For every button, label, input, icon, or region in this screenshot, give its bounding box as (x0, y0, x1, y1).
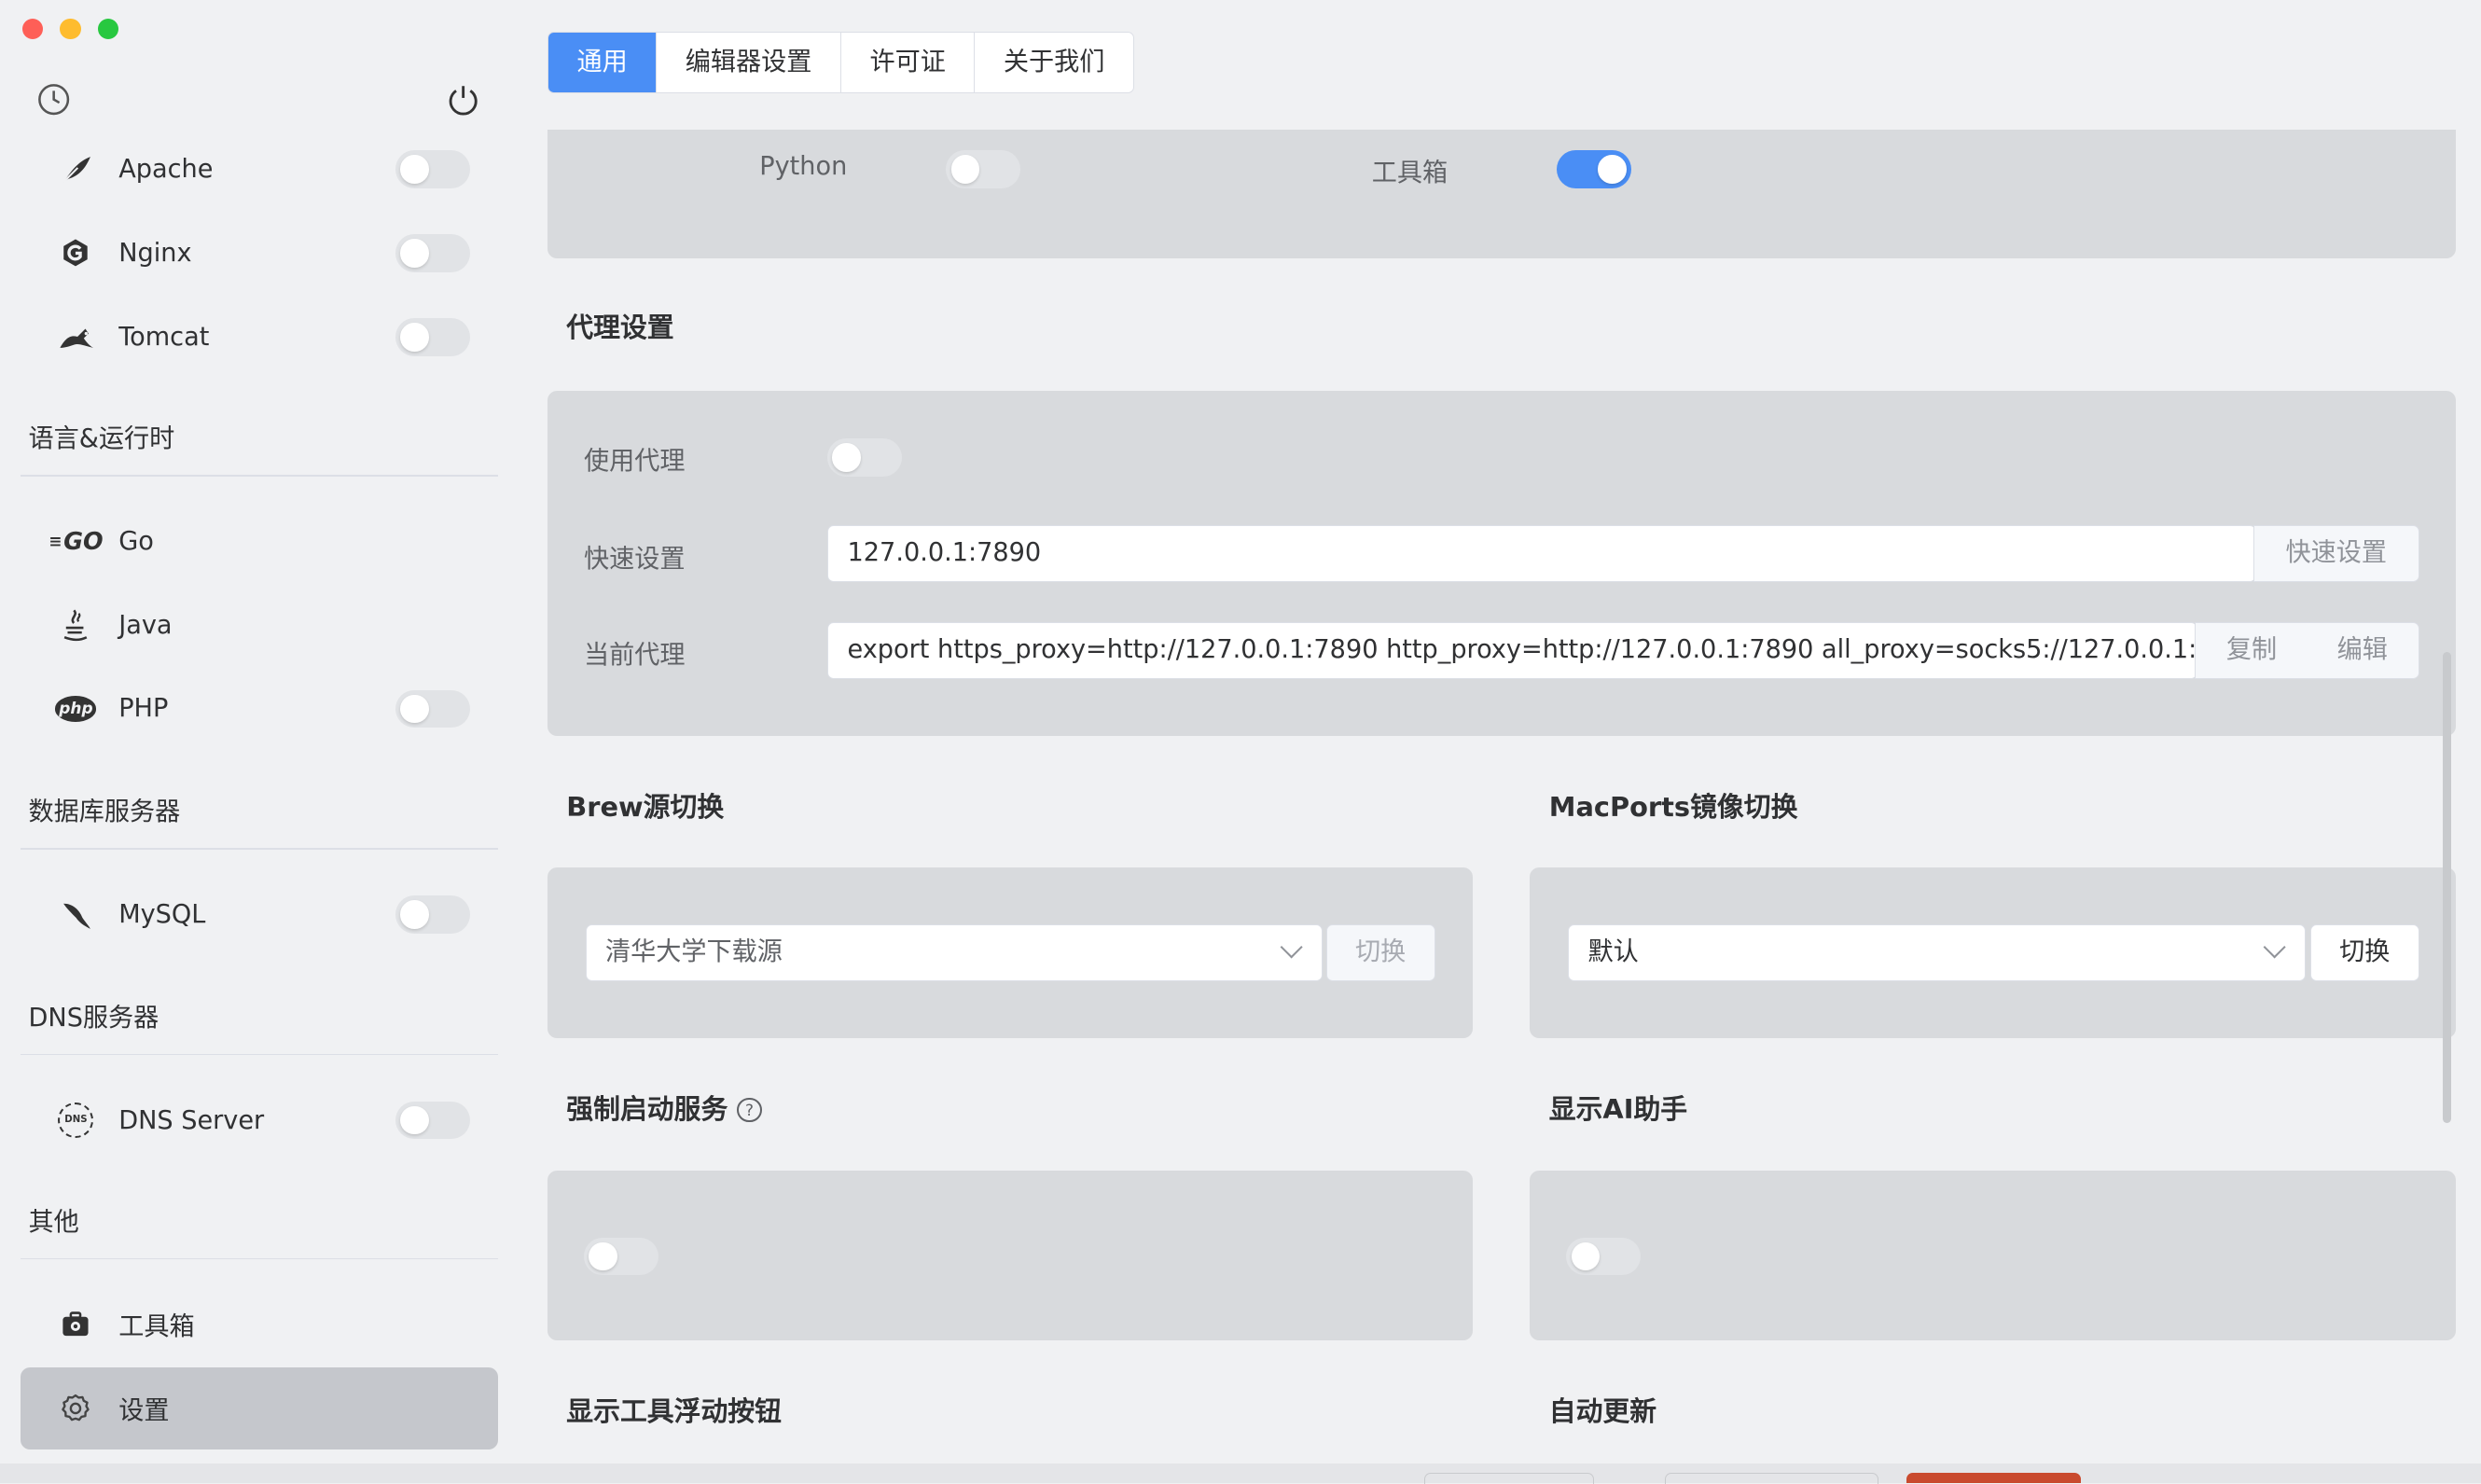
copy-button[interactable]: 复制 (2197, 623, 2308, 677)
force-start-label: 强制启动服务 (566, 1093, 728, 1126)
chevron-down-icon (2263, 936, 2286, 959)
toolbox-toggle[interactable] (1557, 150, 1631, 188)
sidebar-item-mysql[interactable]: MySQL (21, 880, 498, 950)
group-title-lang: 语言&运行时 (28, 423, 175, 453)
sidebar-item-go[interactable]: ≡ GO Go (21, 506, 498, 576)
runtime-toggles-card (547, 130, 2456, 258)
divider (21, 474, 499, 477)
current-proxy-label: 当前代理 (583, 641, 686, 671)
power-icon[interactable] (446, 82, 480, 117)
window-close-button[interactable] (21, 19, 43, 40)
feather-icon (52, 152, 100, 187)
sidebar-item-nginx[interactable]: Nginx (21, 218, 498, 288)
go-logo-text: GO (63, 527, 104, 556)
gear-icon (52, 1393, 100, 1424)
sidebar-item-dns-server[interactable]: DNS DNS Server (21, 1086, 498, 1156)
ai-helper-card (1530, 1171, 2456, 1340)
php-icon: php (52, 696, 100, 722)
brew-source-select[interactable]: 清华大学下载源 (585, 923, 1324, 981)
help-icon[interactable]: ? (737, 1097, 762, 1122)
java-icon (52, 607, 100, 642)
dns-icon: DNS (52, 1103, 100, 1138)
window-maximize-button[interactable] (98, 19, 119, 40)
group-title-dns: DNS服务器 (28, 1003, 159, 1033)
divider (21, 848, 499, 850)
macports-switch-button[interactable]: 切换 (2309, 923, 2419, 981)
apache-toggle[interactable] (395, 150, 470, 188)
python-toggle[interactable] (946, 150, 1021, 188)
float-button-title: 显示工具浮动按钮 (566, 1395, 782, 1428)
proxy-section-title: 代理设置 (566, 312, 674, 344)
nginx-toggle[interactable] (395, 234, 470, 272)
force-start-card (547, 1171, 1474, 1340)
macports-mirror-value: 默认 (1587, 936, 1639, 966)
sidebar-item-label: Nginx (118, 238, 192, 268)
tab-general[interactable]: 通用 (547, 32, 658, 93)
toolbox-label: 工具箱 (1371, 158, 1448, 187)
current-proxy-actions: 复制 编辑 (2194, 621, 2419, 679)
sidebar-item-label: DNS Server (118, 1105, 265, 1135)
auto-update-title: 自动更新 (1548, 1395, 1657, 1428)
bottom-button[interactable] (1423, 1473, 1594, 1484)
sidebar-item-tomcat[interactable]: Tomcat (21, 302, 498, 372)
sidebar-item-label: 工具箱 (118, 1312, 195, 1342)
mysql-icon (52, 897, 100, 932)
sidebar-item-java[interactable]: Java (21, 590, 498, 660)
sidebar-item-php[interactable]: php PHP (21, 674, 498, 744)
macports-mirror-select[interactable]: 默认 (1568, 923, 2306, 981)
php-toggle[interactable] (395, 689, 470, 728)
divider (21, 1257, 499, 1260)
ai-helper-title: 显示AI助手 (1548, 1093, 1688, 1126)
sidebar-item-settings[interactable]: 设置 (21, 1366, 499, 1449)
force-start-title: 强制启动服务? (566, 1089, 762, 1127)
sidebar-item-toolbox[interactable]: 工具箱 (21, 1290, 498, 1360)
brew-switch-button[interactable]: 切换 (1325, 923, 1435, 981)
sidebar: Apache Nginx Tomcat 语言&运行时 ≡ GO Go Java p… (0, 0, 522, 1483)
scrollbar[interactable] (2443, 651, 2451, 1124)
tomcat-icon (52, 321, 100, 353)
group-title-db: 数据库服务器 (28, 797, 181, 827)
bottom-strip (0, 1463, 2481, 1484)
nginx-icon (52, 237, 100, 269)
brew-source-value: 清华大学下载源 (605, 936, 783, 966)
dns-server-toggle[interactable] (395, 1101, 470, 1140)
sidebar-item-apache[interactable]: Apache (21, 134, 498, 204)
tab-editor-settings[interactable]: 编辑器设置 (657, 32, 841, 93)
chevron-down-icon (1280, 936, 1304, 959)
tomcat-toggle[interactable] (395, 317, 470, 356)
tab-license[interactable]: 许可证 (841, 32, 976, 93)
sidebar-item-label: 设置 (118, 1396, 170, 1426)
quick-settings-label: 快速设置 (583, 544, 686, 574)
tab-about-us[interactable]: 关于我们 (975, 33, 1133, 92)
mysql-toggle[interactable] (395, 895, 470, 934)
group-title-other: 其他 (28, 1207, 79, 1237)
use-proxy-label: 使用代理 (583, 446, 686, 476)
sidebar-item-label: Java (118, 610, 173, 640)
settings-tabs: 通用 编辑器设置 许可证 关于我们 (547, 31, 1134, 94)
current-proxy-input[interactable]: export https_proxy=http://127.0.0.1:7890… (827, 621, 2198, 679)
clock-icon[interactable] (36, 82, 71, 117)
sidebar-item-label: Tomcat (118, 322, 210, 352)
divider (21, 1053, 499, 1056)
python-label: Python (759, 151, 848, 181)
sidebar-item-label: Apache (118, 155, 214, 184)
go-icon: ≡ GO (49, 527, 104, 556)
sidebar-item-label: MySQL (118, 900, 206, 929)
toolbox-icon (52, 1311, 100, 1339)
quick-settings-input[interactable]: 127.0.0.1:7890 (827, 525, 2257, 583)
bottom-button[interactable] (1664, 1473, 1878, 1484)
use-proxy-toggle[interactable] (827, 437, 902, 477)
sidebar-item-label: Go (118, 526, 154, 556)
php-logo-text: php (55, 696, 97, 722)
brew-section-title: Brew源切换 (566, 791, 725, 824)
edit-button[interactable]: 编辑 (2307, 623, 2418, 677)
force-start-toggle[interactable] (583, 1237, 658, 1276)
ai-helper-toggle[interactable] (1566, 1237, 1642, 1276)
quick-settings-button[interactable]: 快速设置 (2252, 525, 2419, 583)
bottom-danger-button[interactable] (1906, 1473, 2081, 1483)
window-minimize-button[interactable] (60, 19, 81, 40)
sidebar-item-label: PHP (118, 694, 169, 724)
macports-section-title: MacPorts镜像切换 (1548, 791, 1798, 824)
dns-logo-text: DNS (58, 1103, 94, 1138)
